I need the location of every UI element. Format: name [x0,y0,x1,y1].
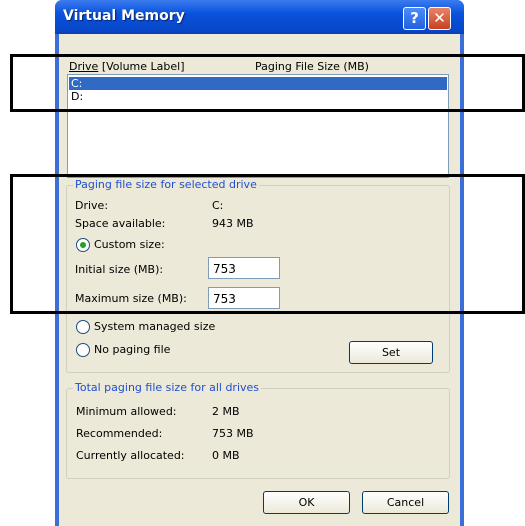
minimum-allowed-label: Minimum allowed: [76,405,177,418]
title-bar[interactable]: Virtual Memory ? ✕ [55,0,464,34]
system-managed-label[interactable]: System managed size [94,320,215,333]
currently-allocated-value: 0 MB [212,449,240,462]
help-icon: ? [410,9,419,27]
no-paging-file-radio[interactable] [76,343,90,357]
total-paging-group: Total paging file size for all drives Mi… [66,381,450,479]
close-icon: ✕ [433,9,446,27]
no-paging-file-label[interactable]: No paging file [94,343,170,356]
recommended-value: 753 MB [212,427,254,440]
set-button[interactable]: Set [349,341,433,364]
highlight-box-drive-list [10,54,525,112]
dialog-title: Virtual Memory [63,8,185,24]
highlight-box-custom-size [10,174,525,314]
system-managed-radio[interactable] [76,320,90,334]
close-button[interactable]: ✕ [428,7,451,30]
ok-button[interactable]: OK [263,491,350,514]
minimum-allowed-value: 2 MB [212,405,240,418]
total-paging-group-title: Total paging file size for all drives [73,381,262,394]
recommended-label: Recommended: [76,427,163,440]
cancel-button[interactable]: Cancel [362,491,449,514]
currently-allocated-label: Currently allocated: [76,449,185,462]
help-button[interactable]: ? [403,7,426,30]
